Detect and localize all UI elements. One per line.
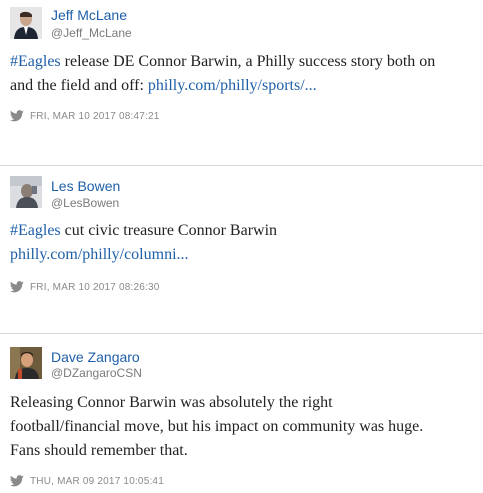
tweet-text-line: Releasing Connor Barwin was absolutely t… [10,394,333,411]
tweet-card-1: Jeff McLane @Jeff_McLane #Eagles release… [0,0,483,135]
author-name[interactable]: Jeff McLane [51,7,127,23]
author-name[interactable]: Les Bowen [51,178,120,194]
tweet-meta: FRI, MAR 10 2017 08:26:30 [10,280,160,294]
tweet-text-segment: and the field and off: [10,77,148,94]
avatar-dave-zangaro[interactable] [10,347,42,379]
tweet-text: #Eagles cut civic treasure Connor Barwin… [10,219,476,267]
twitter-bird-icon [10,281,24,293]
tweet-card-3: Dave Zangaro @DZangaroCSN Releasing Conn… [0,333,483,493]
article-link[interactable]: philly.com/philly/columni... [10,246,189,263]
twitter-bird-icon [10,110,24,122]
tweet-meta: FRI, MAR 10 2017 08:47:21 [10,109,160,123]
hashtag-link[interactable]: #Eagles [10,222,61,239]
author-handle[interactable]: @Jeff_McLane [51,26,132,40]
timestamp[interactable]: FRI, MAR 10 2017 08:47:21 [30,111,160,122]
article-link[interactable]: philly.com/philly/sports/... [148,77,317,94]
tweet-text-segment: cut civic treasure Connor Barwin [60,222,278,239]
tweet-card-2: Les Bowen @LesBowen #Eagles cut civic tr… [0,165,483,314]
twitter-bird-icon [10,475,24,487]
author-handle[interactable]: @LesBowen [51,196,119,210]
tweet-meta: THU, MAR 09 2017 10:05:41 [10,474,164,488]
hashtag-link[interactable]: #Eagles [10,53,61,70]
tweet-text: #Eagles release DE Connor Barwin, a Phil… [10,50,476,98]
tweet-text: Releasing Connor Barwin was absolutely t… [10,391,476,463]
tweet-text-line: football/financial move, but his impact … [10,418,424,435]
author-handle[interactable]: @DZangaroCSN [51,366,142,380]
tweet-text-line: Fans should remember that. [10,442,188,459]
tweet-text-segment: release DE Connor Barwin, a Philly succe… [60,53,436,70]
avatar-les-bowen[interactable] [10,176,42,208]
timestamp[interactable]: FRI, MAR 10 2017 08:26:30 [30,282,160,293]
avatar-jeff-mclane[interactable] [10,7,42,39]
author-name[interactable]: Dave Zangaro [51,349,140,365]
timestamp[interactable]: THU, MAR 09 2017 10:05:41 [30,476,164,487]
